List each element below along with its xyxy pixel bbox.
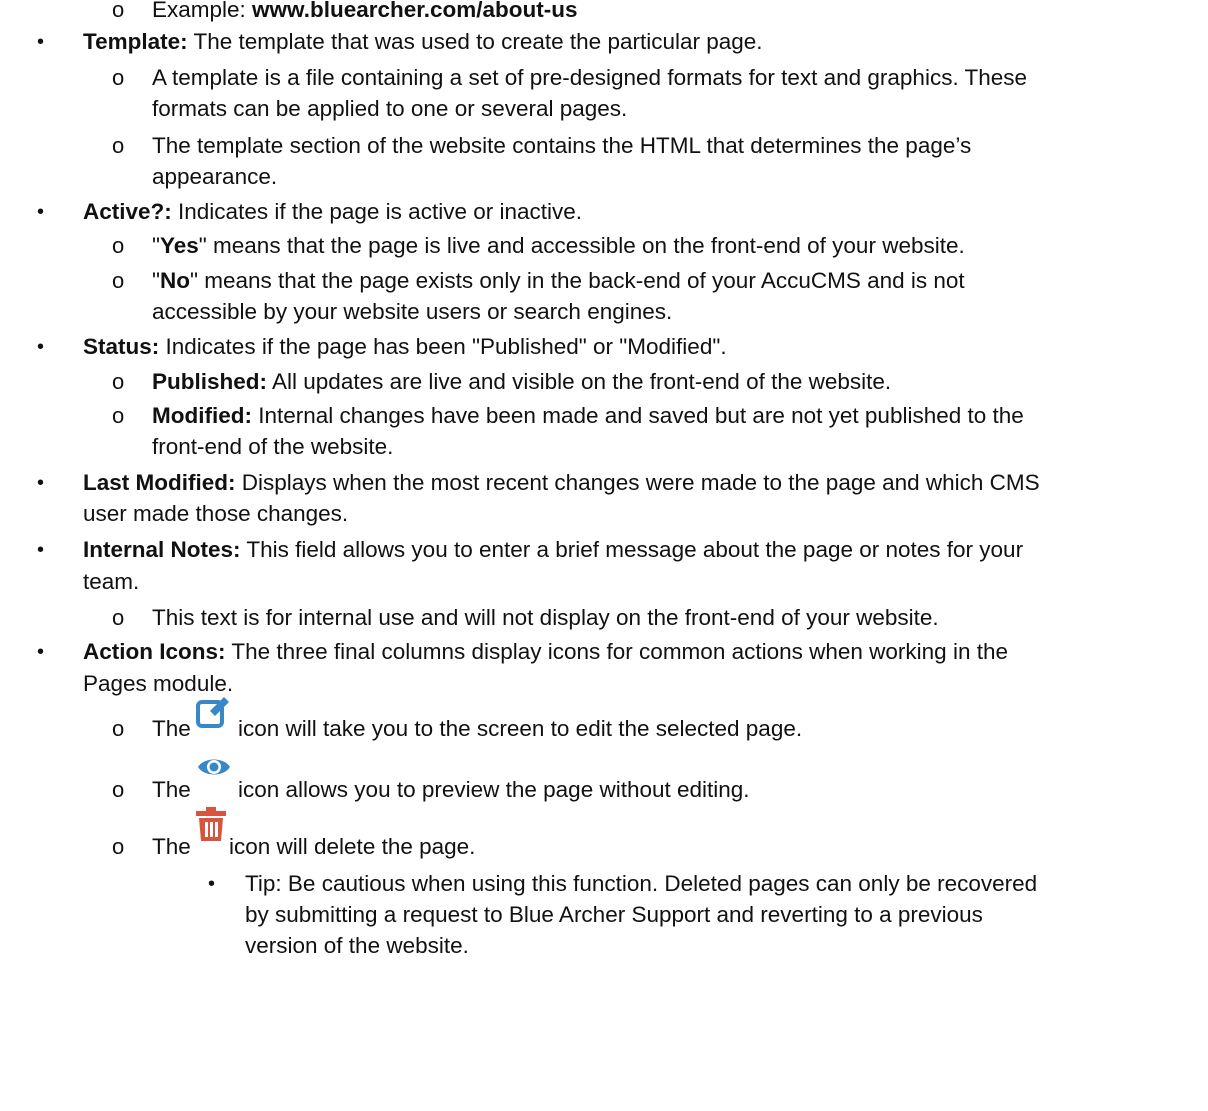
example-line: Example: www.bluearcher.com/about-us bbox=[152, 0, 578, 26]
template-desc: The template that was used to create the… bbox=[187, 29, 763, 54]
action-icons-desc: The three final columns display icons fo… bbox=[225, 639, 1008, 664]
active-item: Active?: Indicates if the page is active… bbox=[83, 196, 582, 228]
tip-line2: by submitting a request to Blue Archer S… bbox=[245, 902, 983, 927]
edit-icon bbox=[196, 694, 232, 730]
quote: " bbox=[152, 268, 160, 293]
bullet-marker: • bbox=[37, 539, 45, 561]
bullet-marker: • bbox=[37, 201, 45, 223]
bullet-marker: • bbox=[37, 641, 45, 663]
status-item: Status: Indicates if the page has been "… bbox=[83, 331, 727, 363]
template-sub2-line2: appearance. bbox=[152, 164, 278, 189]
view-icon bbox=[196, 754, 232, 780]
sub-bullet-marker: o bbox=[112, 268, 125, 293]
last-modified-term: Last Modified: bbox=[83, 470, 236, 495]
active-yes: Yes bbox=[160, 233, 199, 258]
last-modified-desc: Displays when the most recent changes we… bbox=[235, 470, 1040, 495]
sub-bullet-marker: o bbox=[112, 65, 125, 90]
template-sub1-line1: A template is a file containing a set of… bbox=[152, 65, 1028, 90]
sub-bullet-marker: o bbox=[112, 0, 125, 22]
view-pre: The bbox=[152, 777, 191, 802]
active-no: No bbox=[160, 268, 190, 293]
bullet-marker: • bbox=[208, 873, 216, 895]
delete-icon bbox=[195, 806, 227, 842]
status-term: Status: bbox=[83, 334, 160, 359]
template-item: Template: The template that was used to … bbox=[83, 26, 763, 58]
template-term: Template: bbox=[83, 29, 188, 54]
example-label: Example: bbox=[152, 0, 253, 22]
delete-post: icon will delete the page. bbox=[229, 834, 476, 859]
sub-bullet-marker: o bbox=[112, 777, 125, 802]
active-no-rest: " means that the page exists only in the… bbox=[190, 268, 965, 293]
sub-bullet-marker: o bbox=[112, 834, 125, 859]
sub-bullet-marker: o bbox=[112, 233, 125, 258]
bullet-marker: • bbox=[37, 472, 45, 494]
internal-notes-sub1: This text is for internal use and will n… bbox=[152, 605, 939, 630]
sub-bullet-marker: o bbox=[112, 403, 125, 428]
last-modified-line2: user made those changes. bbox=[83, 501, 349, 526]
edit-post: icon will take you to the screen to edit… bbox=[238, 716, 803, 741]
sub-bullet-marker: o bbox=[112, 716, 125, 741]
status-published-line: Published: All updates are live and visi… bbox=[152, 366, 891, 398]
status-modified-line: Modified: Internal changes have been mad… bbox=[152, 400, 1024, 432]
active-yes-line: "Yes" means that the page is live and ac… bbox=[152, 230, 965, 262]
tip-line1: Tip: Be cautious when using this functio… bbox=[245, 871, 1038, 896]
edit-pre: The bbox=[152, 716, 191, 741]
tip-line3: version of the website. bbox=[245, 933, 469, 958]
internal-notes-line2: team. bbox=[83, 569, 140, 594]
internal-notes-desc: This field allows you to enter a brief m… bbox=[240, 537, 1024, 562]
active-desc: Indicates if the page is active or inact… bbox=[171, 199, 582, 224]
sub-bullet-marker: o bbox=[112, 605, 125, 630]
active-no-line2: accessible by your website users or sear… bbox=[152, 299, 673, 324]
view-post: icon allows you to preview the page with… bbox=[238, 777, 750, 802]
status-desc: Indicates if the page has been "Publishe… bbox=[159, 334, 727, 359]
quote: " bbox=[152, 233, 160, 258]
bullet-marker: • bbox=[37, 336, 45, 358]
published-term: Published: bbox=[152, 369, 268, 394]
sub-bullet-marker: o bbox=[112, 369, 125, 394]
bullet-marker: • bbox=[37, 31, 45, 53]
active-term: Active?: bbox=[83, 199, 172, 224]
sub-bullet-marker: o bbox=[112, 133, 125, 158]
example-url: www.bluearcher.com/about-us bbox=[252, 0, 578, 22]
active-no-line: "No" means that the page exists only in … bbox=[152, 265, 965, 297]
delete-pre: The bbox=[152, 834, 191, 859]
internal-notes-term: Internal Notes: bbox=[83, 537, 241, 562]
action-icons-item: Action Icons: The three final columns di… bbox=[83, 636, 1008, 668]
action-icons-term: Action Icons: bbox=[83, 639, 226, 664]
modified-desc: Internal changes have been made and save… bbox=[251, 403, 1024, 428]
template-sub2-line1: The template section of the website cont… bbox=[152, 133, 972, 158]
last-modified-item: Last Modified: Displays when the most re… bbox=[83, 467, 1040, 499]
status-modified-line2: front-end of the website. bbox=[152, 434, 394, 459]
template-sub1-line2: formats can be applied to one or several… bbox=[152, 96, 628, 121]
published-desc: All updates are live and visible on the … bbox=[267, 369, 892, 394]
modified-term: Modified: bbox=[152, 403, 252, 428]
internal-notes-item: Internal Notes: This field allows you to… bbox=[83, 534, 1023, 566]
active-yes-rest: " means that the page is live and access… bbox=[198, 233, 965, 258]
